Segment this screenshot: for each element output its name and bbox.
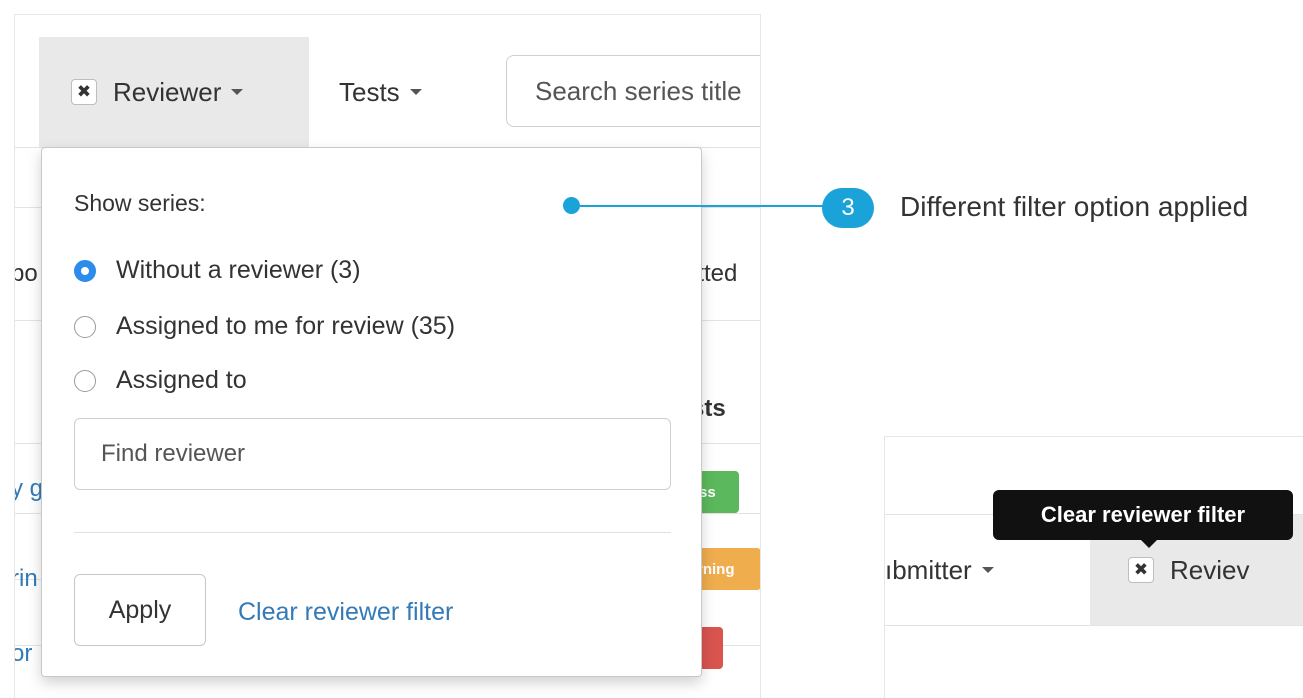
- dropdown-heading: Show series:: [74, 190, 206, 216]
- option-assigned-to[interactable]: Assigned to: [74, 366, 247, 395]
- option-label: Assigned to: [116, 366, 247, 394]
- clear-reviewer-filter-link[interactable]: Clear reviewer filter: [238, 598, 453, 627]
- reviewer-filter-label: Reviev: [1170, 554, 1250, 585]
- radio-icon[interactable]: [74, 369, 96, 392]
- clear-filter-x-icon[interactable]: ✖: [71, 79, 97, 105]
- zoom-inset-panel: ıbmitter ✖ Reviev Clear reviewer filter: [884, 436, 1303, 698]
- tests-filter-label: Tests: [339, 76, 400, 107]
- dropdown-divider: [74, 532, 671, 533]
- list-item-fragment: po: [15, 260, 38, 287]
- option-label: Assigned to me for review (35): [116, 312, 456, 340]
- radio-icon[interactable]: [74, 315, 96, 338]
- badge-label: rning: [697, 560, 735, 578]
- list-item-link-fragment[interactable]: or: [15, 640, 32, 668]
- reviewer-filter-dropdown: Show series: Without a reviewer (3) Assi…: [41, 147, 702, 677]
- series-list-panel: ✖ Reviewer Tests po itted sts y g rin or…: [14, 14, 761, 698]
- submitter-filter-tab[interactable]: ıbmitter: [885, 515, 994, 625]
- chevron-down-icon: [409, 89, 422, 95]
- callout-text: Different filter option applied: [900, 191, 1249, 222]
- option-without-reviewer[interactable]: Without a reviewer (3): [74, 256, 361, 285]
- callout-number-badge: 3: [822, 188, 874, 228]
- submitter-filter-label: ıbmitter: [885, 554, 972, 585]
- apply-button[interactable]: Apply: [74, 574, 206, 646]
- reviewer-filter-label: Reviewer: [113, 76, 222, 107]
- option-label: Without a reviewer (3): [116, 256, 361, 284]
- tests-filter-tab[interactable]: Tests: [339, 37, 422, 147]
- search-input[interactable]: [506, 55, 760, 127]
- clear-filter-x-icon[interactable]: ✖: [1128, 557, 1154, 583]
- tooltip-arrow: [1140, 539, 1158, 548]
- radio-selected-icon[interactable]: [74, 259, 96, 282]
- clear-filter-tooltip: Clear reviewer filter: [993, 490, 1293, 540]
- option-assigned-to-me[interactable]: Assigned to me for review (35): [74, 312, 455, 341]
- list-item-link-fragment[interactable]: y g: [15, 475, 43, 503]
- list-item-link-fragment[interactable]: rin: [15, 565, 38, 593]
- callout-line: [572, 205, 834, 207]
- status-badge-danger: [699, 627, 723, 669]
- reviewer-filter-tab[interactable]: ✖ Reviewer: [39, 37, 309, 147]
- chevron-down-icon: [231, 89, 244, 95]
- chevron-down-icon: [981, 567, 994, 573]
- filter-toolbar: ✖ Reviewer Tests: [15, 37, 760, 148]
- find-reviewer-input[interactable]: [74, 418, 671, 490]
